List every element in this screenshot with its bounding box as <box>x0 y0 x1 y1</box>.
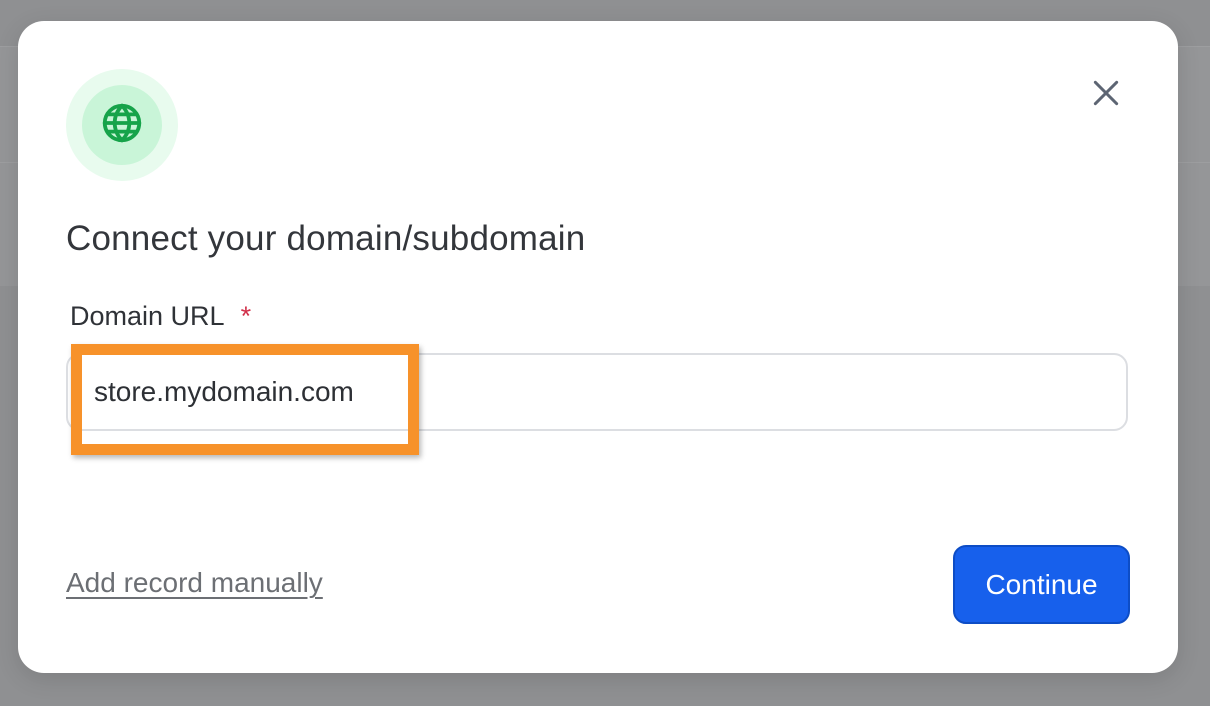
close-button[interactable] <box>1084 73 1128 117</box>
icon-badge <box>66 69 178 181</box>
modal-title: Connect your domain/subdomain <box>66 219 586 258</box>
domain-url-label-text: Domain URL <box>70 301 225 331</box>
connect-domain-modal: Connect your domain/subdomain Domain URL… <box>18 21 1178 673</box>
required-marker: * <box>240 301 252 331</box>
close-icon[interactable] <box>1090 77 1122 114</box>
domain-url-input-value[interactable]: store.mydomain.com <box>94 376 354 408</box>
add-record-manually-link[interactable]: Add record manually <box>66 567 323 599</box>
globe-icon <box>99 100 145 151</box>
domain-url-label: Domain URL * <box>70 301 251 332</box>
continue-button[interactable]: Continue <box>953 545 1130 624</box>
